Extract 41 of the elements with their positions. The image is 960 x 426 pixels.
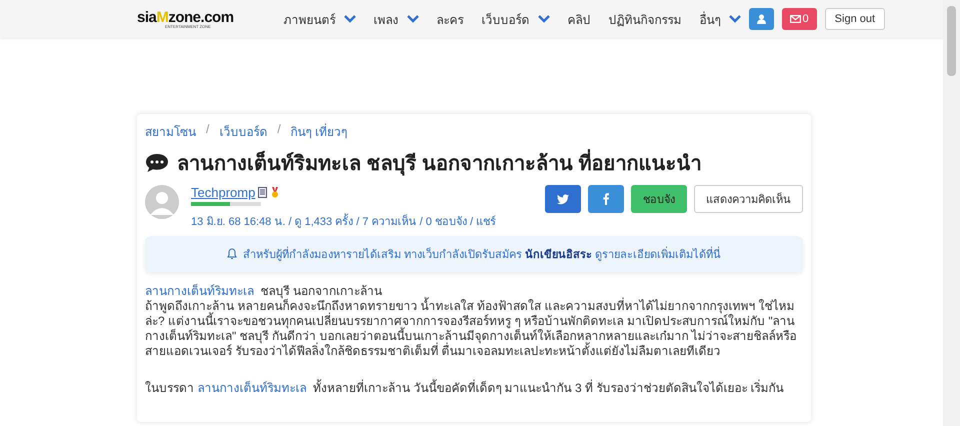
breadcrumb-separator: / (206, 122, 210, 138)
user-button[interactable] (748, 8, 774, 30)
article-paragraph: ลานกางเต็นท์ริมทะเล ชลบุรี นอกจากเกาะล้าน ถ้าพูดถึงเกาะล้าน หลายคนก็คงจะนึกถึงหาดทรายขาว น้ำทะเลใส ท้องฟ้าสดใส และความสงบที่หาได้ไม่ยากจากกรุงเทพฯ ใช่ไหมล่ะ? แต่งานนี้เราจะขอชวนทุกคนเปลี่ยนบรรยากาศจากการจองรีสอร์ทหรู ๆ หรือบ้านพักติดทะเล มาเปิดประสบการณ์ใหม่กับ "ลานกางเต็นท์ริมทะเล" ชลบุรี กันดีกว่า บอกเลยว่าตอนนี้บนเกาะล้านมีจุดกางเต็นท์ให้เลือกหลากหลายและเก๋มาก ไม่ว่าจะสายชิลล์หรือสายแอดเวนเจอร์ รับรองว่าได้ฟีลลิ่งใกล้ชิดธรรมชาติเต็มที่ ตื่นมาเจอลมทะเลปะทะหน้าตั้งแต่ยังไม่ลืมตาเลยทีเดียว (145, 284, 798, 359)
breadcrumb-link[interactable]: เว็บบอร์ด (219, 122, 268, 141)
like-button[interactable]: ชอบจัง (631, 185, 687, 213)
author-name[interactable]: Techpromp (191, 185, 256, 200)
show-comments-button[interactable]: แสดงความคิดเห็น (694, 185, 803, 213)
chevron-down-icon (728, 15, 741, 23)
avatar-icon (145, 185, 179, 219)
document-icon (258, 187, 268, 198)
scrollbar[interactable] (943, 0, 960, 426)
notice-text: สำหรับผู้ที่กำลังมองหารายได้เสริม ทางเว็บกำลังเปิดรับสมัคร นักเขียนอิสระ ดูรายละเอียดเพิ่มเติมได้ที่นี่ (242, 245, 722, 263)
nav-menu-item[interactable]: คลิป (568, 10, 591, 28)
post-meta: 13 มิ.ย. 68 16:48 น. / ดู 1,433 ครั้ง / 7 ความเห็น / 0 ชอบจัง / แชร์ (191, 212, 545, 230)
post-title: ลานกางเต็นท์ริมทะเล ชลบุรี นอกจากเกาะล้าน ที่อยากแนะนำ (177, 147, 702, 179)
facebook-share-button[interactable] (588, 185, 624, 213)
nav-menu-item[interactable]: ภาพยนตร์ (284, 10, 356, 28)
twitter-share-button[interactable] (545, 185, 581, 213)
bell-icon (226, 248, 237, 260)
nav-menu-item[interactable]: เว็บบอร์ด (482, 10, 550, 28)
article-paragraph: ในบรรดา ลานกางเต็นท์ริมทะเล ทั้งหลายที่เกาะล้าน วันนี้ขอคัดที่เด็ดๆ มาแนะนำกัน 3 ที่ รับรองว่าช่วยตัดสินใจได้เยอะ เริ่มกัน (145, 381, 785, 396)
envelope-icon (790, 15, 801, 23)
letter-f-icon (603, 193, 609, 205)
breadcrumb-link[interactable]: สยามโซน (145, 122, 196, 141)
nav-menu-item[interactable]: ละคร (436, 10, 464, 28)
medal-icon (270, 187, 280, 198)
nav-menu-item[interactable]: เพลง (374, 10, 419, 28)
user-icon (756, 14, 766, 24)
nav-menu-item[interactable]: อื่นๆ (700, 10, 741, 28)
chevron-down-icon (406, 15, 419, 23)
chevron-down-icon (538, 15, 550, 23)
nav-menu-item[interactable]: ปฏิทินกิจกรรม (608, 10, 682, 28)
article-link[interactable]: ลานกางเต็นท์ริมทะเล (197, 381, 306, 395)
mail-button[interactable]: 0 (782, 8, 817, 30)
article-link[interactable]: ลานกางเต็นท์ริมทะเล (145, 284, 254, 298)
breadcrumb-separator: / (277, 122, 281, 138)
bird-icon (557, 194, 569, 204)
chevron-down-icon (344, 15, 356, 23)
breadcrumb-link[interactable]: กินๆ เที่ยวๆ (290, 122, 348, 141)
sign-out-button[interactable]: Sign out (824, 8, 886, 30)
speech-bubble-icon (145, 153, 169, 173)
